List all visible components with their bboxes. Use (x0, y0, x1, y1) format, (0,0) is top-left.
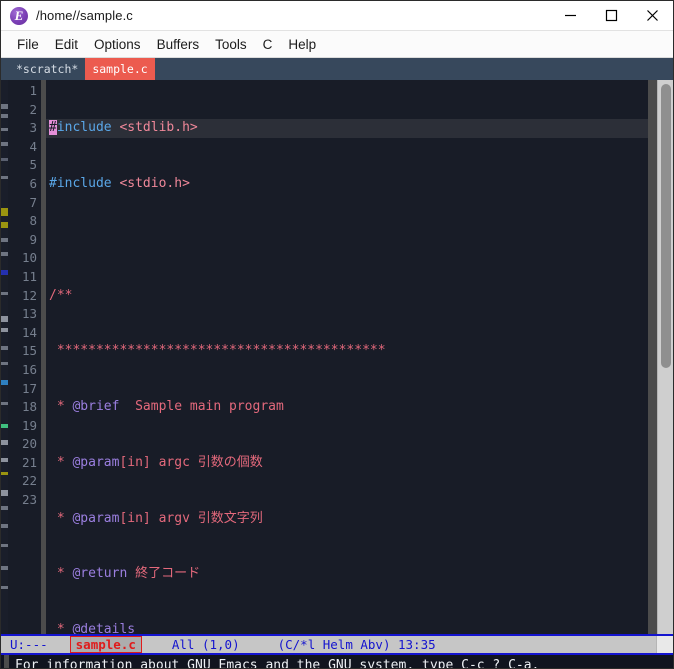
emacs-logo-icon (10, 6, 28, 25)
code-line-6[interactable]: * @brief Sample main program (46, 398, 648, 417)
line-number: 2 (29, 101, 37, 117)
editor-area: 1 2 3 4 5 6 7 8 9 10 11 12 13 14 15 16 1… (1, 80, 673, 634)
code-line-3[interactable] (46, 231, 648, 250)
mode-line-minor-modes: (C/*l Helm Abv) 13:35 (277, 637, 436, 652)
line-number: 13 (21, 306, 37, 322)
line-number: 23 (21, 492, 37, 508)
menu-item-options[interactable]: Options (86, 35, 149, 54)
line-number: 3 (29, 120, 37, 136)
code-line-9[interactable]: * @return 終了コード (46, 565, 648, 584)
menu-item-c[interactable]: C (255, 35, 281, 54)
line-number: 17 (21, 380, 37, 396)
line-number: 6 (29, 175, 37, 191)
vertical-scrollbar[interactable] (657, 80, 673, 634)
close-icon (647, 10, 658, 21)
mode-line-position: All (1,0) (171, 637, 240, 652)
line-number: 11 (21, 268, 37, 284)
mode-line-scrollbar-cap (656, 636, 673, 653)
line-number: 19 (21, 417, 37, 433)
window-controls (550, 1, 673, 31)
menu-item-buffers[interactable]: Buffers (149, 35, 208, 54)
mode-line-status: U:--- (10, 637, 48, 652)
mode-line-buffer-name[interactable]: sample.c (69, 636, 142, 653)
maximize-button[interactable] (591, 1, 632, 31)
tab-bar: *scratch* sample.c (1, 58, 673, 80)
code-line-4[interactable]: /** (46, 287, 648, 306)
menu-bar: File Edit Options Buffers Tools C Help (1, 31, 673, 58)
line-number: 4 (29, 138, 37, 154)
echo-fringe (4, 655, 9, 668)
window-title: /home/ /sample.c (36, 8, 133, 23)
right-fringe (648, 80, 657, 634)
menu-item-tools[interactable]: Tools (207, 35, 255, 54)
line-number: 21 (21, 454, 37, 470)
menu-item-edit[interactable]: Edit (47, 35, 86, 54)
maximize-icon (605, 9, 618, 22)
change-indicator-column[interactable] (1, 80, 8, 634)
code-line-5[interactable]: ****************************************… (46, 342, 648, 361)
line-number: 12 (21, 287, 37, 303)
code-line-2[interactable]: #include <stdio.h> (46, 175, 648, 194)
line-number: 22 (21, 473, 37, 489)
code-line-10[interactable]: * @details (46, 621, 648, 634)
line-number: 18 (21, 399, 37, 415)
line-number: 15 (21, 343, 37, 359)
window-title-prefix: /home/ (36, 8, 77, 23)
code-line-7[interactable]: * @param[in] argc 引数の個数 (46, 454, 648, 473)
line-number: 7 (29, 194, 37, 210)
text-cursor: # (49, 120, 57, 136)
code-buffer[interactable]: #include <stdlib.h> #include <stdio.h> /… (46, 80, 648, 634)
window-title-suffix: /sample.c (76, 8, 133, 23)
code-line-8[interactable]: * @param[in] argv 引数文字列 (46, 510, 648, 529)
echo-area: For information about GNU Emacs and the … (1, 655, 673, 669)
menu-item-help[interactable]: Help (280, 35, 324, 54)
line-number: 1 (29, 83, 37, 98)
line-number: 9 (29, 231, 37, 247)
line-number: 8 (29, 213, 37, 229)
minimize-button[interactable] (550, 1, 591, 31)
line-number: 20 (21, 436, 37, 452)
code-line-1[interactable]: #include <stdlib.h> (46, 119, 648, 138)
line-number: 14 (21, 324, 37, 340)
line-number: 5 (29, 157, 37, 173)
title-bar: /home/ /sample.c (1, 1, 673, 31)
line-number: 10 (21, 250, 37, 266)
tab-scratch[interactable]: *scratch* (9, 58, 85, 80)
tab-sample-c[interactable]: sample.c (85, 58, 155, 80)
line-number: 16 (21, 361, 37, 377)
echo-message: For information about GNU Emacs and the … (15, 658, 540, 669)
minimize-icon (565, 14, 576, 17)
menu-item-file[interactable]: File (9, 35, 47, 54)
scrollbar-thumb[interactable] (661, 84, 671, 368)
emacs-window: /home/ /sample.c File Edit Options Buffe… (0, 0, 674, 669)
mode-line: U:--- sample.c All (1,0) (C/*l Helm Abv)… (1, 634, 673, 655)
line-number-gutter: 1 2 3 4 5 6 7 8 9 10 11 12 13 14 15 16 1… (8, 80, 41, 634)
close-button[interactable] (632, 1, 673, 31)
